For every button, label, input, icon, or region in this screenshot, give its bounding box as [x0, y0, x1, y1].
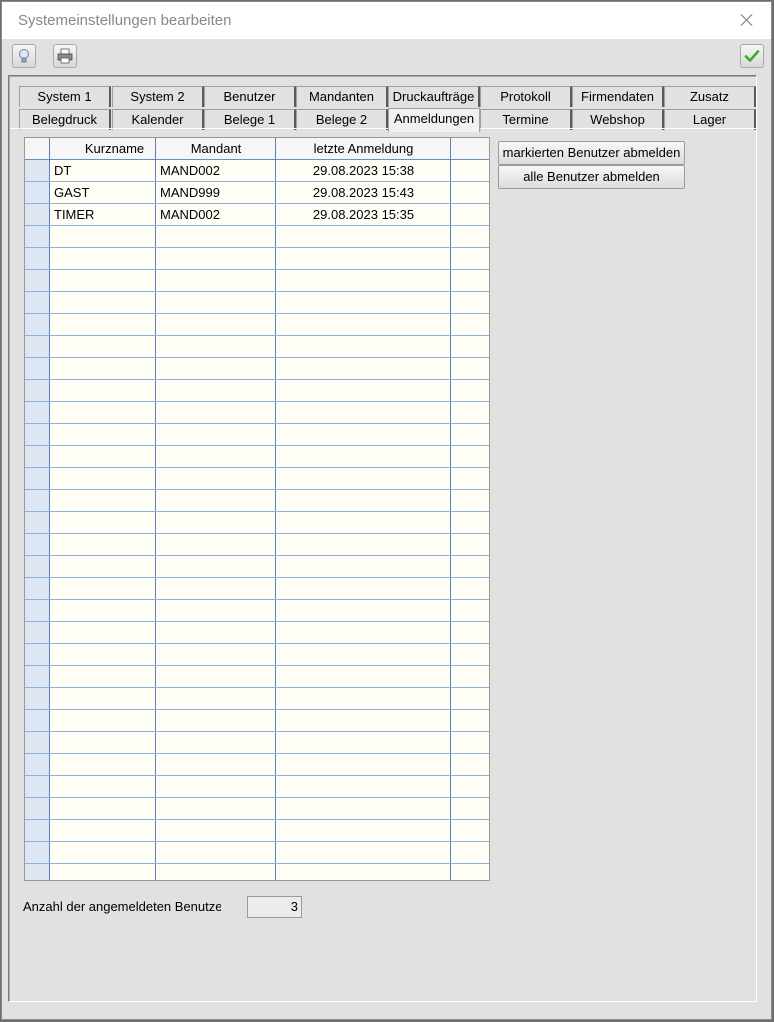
row-divider	[25, 577, 489, 578]
row-divider	[25, 599, 489, 600]
table-header: Kurzname Mandant letzte Anmeldung	[25, 138, 489, 160]
row-divider	[25, 709, 489, 710]
tab-benutzer[interactable]: Benutzer	[204, 86, 296, 107]
row-divider	[25, 313, 489, 314]
column-divider	[155, 138, 156, 880]
table-row[interactable]: DT MAND002 29.08.2023 15:38	[25, 160, 489, 182]
column-divider	[450, 138, 451, 880]
table-row[interactable]: TIMER MAND002 29.08.2023 15:35	[25, 204, 489, 226]
row-divider	[25, 247, 489, 248]
lightbulb-icon	[19, 49, 29, 63]
tab-belegdruck[interactable]: Belegdruck	[19, 109, 111, 130]
tab-lager[interactable]: Lager	[664, 109, 756, 130]
column-header-extra[interactable]	[451, 138, 489, 159]
row-divider	[25, 269, 489, 270]
row-divider	[25, 489, 489, 490]
row-divider	[25, 841, 489, 842]
tab-anmeldungen[interactable]: Anmeldungen	[388, 108, 480, 132]
row-divider	[25, 775, 489, 776]
row-divider	[25, 335, 489, 336]
printer-icon	[57, 48, 73, 64]
window-title: Systemeinstellungen bearbeiten	[18, 12, 232, 29]
row-divider	[25, 687, 489, 688]
title-bar: Systemeinstellungen bearbeiten	[2, 2, 771, 39]
table-row[interactable]: GAST MAND999 29.08.2023 15:43	[25, 182, 489, 204]
row-divider	[25, 753, 489, 754]
row-divider	[25, 731, 489, 732]
logins-table[interactable]: Kurzname Mandant letzte Anmeldung DT MAND…	[24, 137, 490, 881]
column-divider	[49, 138, 50, 880]
cell-letzte-anmeldung: 29.08.2023 15:35	[312, 207, 415, 222]
logout-all-button[interactable]: alle Benutzer abmelden	[498, 165, 685, 189]
row-divider	[25, 555, 489, 556]
row-divider	[25, 357, 489, 358]
row-divider	[25, 379, 489, 380]
row-indicator-column	[25, 160, 49, 880]
tab-druckaufträge[interactable]: Druckaufträge	[388, 86, 480, 107]
hint-button[interactable]	[12, 44, 36, 68]
tab-termine[interactable]: Termine	[480, 109, 572, 130]
tab-webshop[interactable]: Webshop	[572, 109, 664, 130]
column-header-mandant[interactable]: Mandant	[156, 138, 276, 159]
confirm-button[interactable]	[740, 44, 764, 68]
toolbar	[2, 40, 771, 74]
cell-mandant: MAND999	[160, 185, 220, 200]
row-divider	[25, 401, 489, 402]
tab-belege-2[interactable]: Belege 2	[296, 109, 388, 130]
tab-protokoll[interactable]: Protokoll	[480, 86, 572, 107]
row-divider	[25, 423, 489, 424]
tab-belege-1[interactable]: Belege 1	[204, 109, 296, 130]
row-divider	[25, 533, 489, 534]
close-icon[interactable]	[737, 10, 757, 30]
cell-mandant: MAND002	[160, 163, 220, 178]
row-divider	[25, 291, 489, 292]
cell-kurzname: TIMER	[54, 207, 95, 222]
tab-firmendaten[interactable]: Firmendaten	[572, 86, 664, 107]
column-header-letzte-anmeldung[interactable]: letzte Anmeldung	[276, 138, 451, 159]
row-divider	[25, 797, 489, 798]
checkmark-icon	[744, 50, 760, 62]
cell-kurzname: GAST	[54, 185, 90, 200]
row-divider	[25, 819, 489, 820]
row-divider	[25, 621, 489, 622]
cell-letzte-anmeldung: 29.08.2023 15:43	[312, 185, 415, 200]
logged-in-count-field: 3	[247, 896, 302, 918]
cell-kurzname: DT	[54, 163, 72, 178]
row-divider	[25, 467, 489, 468]
row-divider	[25, 665, 489, 666]
tab-system-2[interactable]: System 2	[112, 86, 204, 107]
print-button[interactable]	[53, 44, 77, 68]
row-divider	[25, 445, 489, 446]
row-divider	[25, 863, 489, 864]
column-divider	[275, 138, 276, 880]
row-divider	[25, 643, 489, 644]
tab-mandanten[interactable]: Mandanten	[296, 86, 388, 107]
logout-selected-button[interactable]: markierten Benutzer abmelden	[498, 141, 685, 165]
cell-letzte-anmeldung: 29.08.2023 15:38	[312, 163, 415, 178]
logged-in-count-label: Anzahl der angemeldeten Benutzer	[23, 899, 221, 914]
tab-zusatz[interactable]: Zusatz	[664, 86, 756, 107]
tab-system-1[interactable]: System 1	[19, 86, 111, 107]
tab-kalender[interactable]: Kalender	[112, 109, 204, 130]
cell-mandant: MAND002	[160, 207, 220, 222]
row-divider	[25, 511, 489, 512]
